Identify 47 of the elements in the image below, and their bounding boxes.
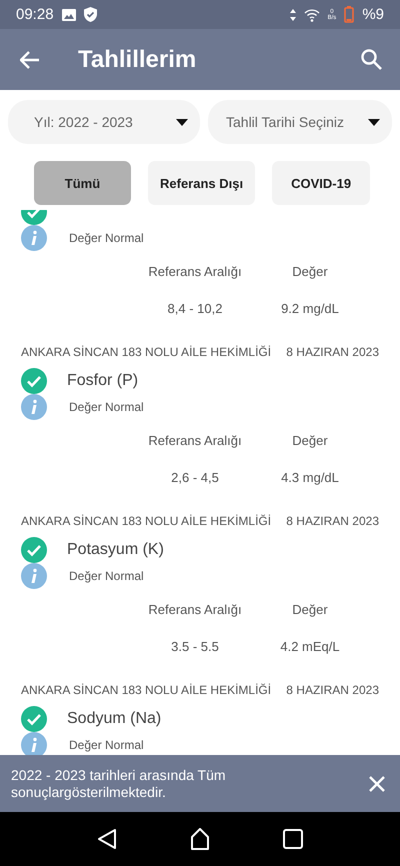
status-text: Değer Normal <box>69 231 144 245</box>
battery-icon <box>344 6 354 23</box>
column-label: Referans Aralığı <box>147 433 243 448</box>
clock: 09:28 <box>16 6 54 23</box>
image-icon <box>62 8 76 20</box>
back-icon[interactable] <box>96 828 117 850</box>
clinic-name: ANKARA SİNCAN 183 NOLU AİLE HEKİMLİĞİ <box>21 683 272 697</box>
shield-icon <box>84 7 97 22</box>
column-label: Değer <box>291 264 329 279</box>
reference-range: 2,6 - 4,5 <box>170 470 220 485</box>
test-name: Potasyum (K) <box>67 541 164 559</box>
test-date: 8 HAZIRAN 2023 <box>286 683 379 697</box>
home-icon[interactable] <box>190 828 210 850</box>
column-label: Değer <box>291 433 329 448</box>
filter-tab[interactable]: Tümü <box>34 161 131 205</box>
back-arrow-icon[interactable] <box>20 50 40 68</box>
screen-title: Tahlillerim <box>78 46 198 74</box>
close-icon[interactable] <box>368 774 386 792</box>
status-text: Değer Normal <box>69 400 144 414</box>
result-value: 4.2 mEq/L <box>279 639 341 654</box>
caret-icon <box>176 118 188 126</box>
wifi-icon <box>304 8 320 22</box>
result-value: 4.3 mg/dL <box>280 470 340 485</box>
status-text: Değer Normal <box>69 738 144 752</box>
clinic-name: ANKARA SİNCAN 183 NOLU AİLE HEKİMLİĞİ <box>21 345 272 359</box>
test-date: 8 HAZIRAN 2023 <box>286 514 379 528</box>
reference-range: 3.5 - 5.5 <box>170 639 220 654</box>
status-text: Değer Normal <box>69 569 144 583</box>
filter-tab[interactable]: Referans Dışı <box>148 161 256 205</box>
column-label: Değer <box>291 602 329 617</box>
search-icon[interactable] <box>361 49 382 70</box>
test-name: Sodyum (Na) <box>67 710 162 728</box>
dropdown[interactable]: Tahlil Tarihi Seçiniz <box>208 100 392 144</box>
reference-range: 8,4 - 10,2 <box>166 301 224 316</box>
caret-icon <box>368 118 380 126</box>
test-date: 8 HAZIRAN 2023 <box>286 345 379 359</box>
filter-tab[interactable]: COVID-19 <box>272 161 370 205</box>
result-value: 9.2 mg/dL <box>280 301 340 316</box>
dropdown[interactable]: Yıl: 2022 - 2023 <box>8 100 200 144</box>
column-label: Referans Aralığı <box>147 264 243 279</box>
snackbar-message: 2022 - 2023 tarihleri arasında Tüm sonuçlargösterilmektedir. <box>11 766 227 800</box>
column-label: Referans Aralığı <box>147 602 243 617</box>
recents-icon[interactable] <box>283 829 304 849</box>
data-arrows-icon <box>290 8 296 20</box>
clinic-name: ANKARA SİNCAN 183 NOLU AİLE HEKİMLİĞİ <box>21 514 272 528</box>
test-name: Fosfor (P) <box>67 372 138 390</box>
battery-level: %9 <box>362 6 384 23</box>
